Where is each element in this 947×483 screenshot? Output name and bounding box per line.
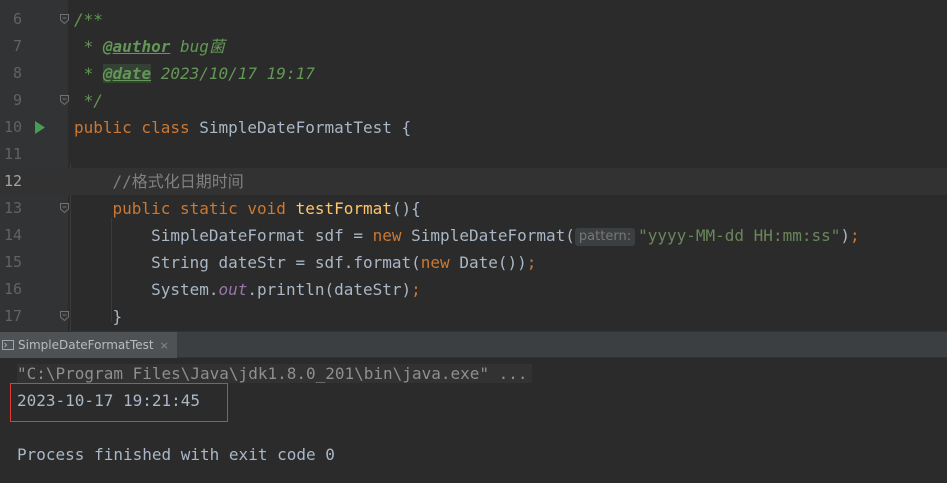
console-exit-line: Process finished with exit code 0 (17, 445, 335, 464)
code-text: * @author bug菌 (74, 33, 225, 60)
code-token: */ (74, 91, 103, 110)
code-token: ; (526, 253, 537, 272)
code-token: SimpleDateFormat sdf = (74, 226, 373, 245)
code-token: .println(dateStr) (247, 280, 412, 299)
code-line[interactable]: 16 System.out.println(dateStr); (0, 276, 947, 303)
code-text: String dateStr = sdf.format(new Date()); (74, 249, 536, 276)
code-token: SimpleDateFormatTest { (199, 118, 412, 137)
line-number: 8 (12, 64, 22, 82)
code-text: //格式化日期时间 (74, 168, 244, 195)
code-token: ) (840, 226, 851, 245)
code-token: * (74, 37, 103, 56)
code-token: SimpleDateFormat( (411, 226, 575, 245)
code-text: SimpleDateFormat sdf = new SimpleDateFor… (74, 222, 860, 249)
code-token: @author (102, 37, 171, 56)
code-text: public static void testFormat(){ (74, 195, 421, 222)
code-token: new (372, 226, 412, 245)
line-number: 11 (3, 145, 22, 163)
code-line[interactable]: 9 */ (0, 87, 947, 114)
ide-window: 6/** 7 * @author bug菌 8 * @date 2023/10/17… (0, 0, 947, 483)
line-number: 14 (3, 226, 22, 244)
code-line[interactable]: 8 * @date 2023/10/17 19:17 (0, 60, 947, 87)
line-number: 13 (3, 199, 22, 217)
code-token: ; (850, 226, 860, 245)
fold-icon[interactable] (60, 14, 69, 24)
code-token: 2023/10/17 19:17 (151, 64, 315, 83)
code-text: */ (74, 87, 103, 114)
code-token: public class (74, 118, 200, 137)
parameter-hint: pattern: (574, 228, 636, 246)
code-line[interactable]: 17 } (0, 303, 947, 330)
line-number: 17 (3, 307, 22, 325)
fold-icon[interactable] (60, 203, 69, 213)
code-text: /** (74, 6, 103, 33)
fold-icon[interactable] (60, 311, 69, 321)
code-token: Date()) (459, 253, 527, 272)
code-editor[interactable]: 6/** 7 * @author bug菌 8 * @date 2023/10/17… (0, 0, 947, 331)
fold-icon[interactable] (60, 95, 69, 105)
line-number: 16 (3, 280, 22, 298)
code-token: bug菌 (170, 37, 225, 56)
run-gutter-icon[interactable] (34, 121, 46, 134)
console-icon (2, 340, 14, 350)
output-highlight-box (10, 383, 228, 422)
code-token: * (74, 64, 103, 83)
code-text: System.out.println(dateStr); (74, 276, 421, 303)
line-number: 7 (12, 37, 22, 55)
code-text: * @date 2023/10/17 19:17 (74, 60, 315, 87)
code-line[interactable]: 14 SimpleDateFormat sdf = new SimpleDate… (0, 222, 947, 249)
code-line[interactable]: 15 String dateStr = sdf.format(new Date(… (0, 249, 947, 276)
code-line[interactable]: 11 (0, 141, 947, 168)
code-token: String dateStr = sdf.format( (74, 253, 421, 272)
tab-run-config[interactable]: SimpleDateFormatTest × (0, 332, 177, 358)
code-token: @date (102, 64, 152, 83)
code-line[interactable]: 13 public static void testFormat(){ (0, 195, 947, 222)
code-token: /** (74, 10, 103, 29)
code-token: out (218, 280, 248, 299)
code-line[interactable]: 12 //格式化日期时间 (0, 168, 947, 195)
code-token: ; (411, 280, 421, 299)
code-line[interactable]: 7 * @author bug菌 (0, 33, 947, 60)
line-number: 9 (12, 91, 22, 109)
close-icon[interactable]: × (160, 339, 169, 352)
code-token: (){ (391, 199, 421, 218)
tab-label: SimpleDateFormatTest (18, 338, 154, 352)
code-token: //格式化日期时间 (112, 172, 244, 191)
code-line[interactable]: 10 public class SimpleDateFormatTest { (0, 114, 947, 141)
code-token: public static void (112, 199, 296, 218)
code-token: } (74, 307, 123, 326)
code-line[interactable]: 6 /** (0, 6, 947, 33)
code-text: public class SimpleDateFormatTest { (74, 114, 411, 141)
line-number: 15 (3, 253, 22, 271)
code-token: System. (74, 280, 219, 299)
code-text: } (74, 303, 123, 330)
line-number: 10 (3, 118, 22, 136)
run-console[interactable]: "C:\Program Files\Java\jdk1.8.0_201\bin\… (0, 358, 947, 483)
code-token: "yyyy-MM-dd HH:mm:ss" (638, 226, 841, 245)
line-number: 6 (12, 10, 22, 28)
code-token: testFormat (295, 199, 392, 218)
code-token: new (420, 253, 460, 272)
line-number: 12 (3, 172, 22, 190)
run-tool-window-header: SimpleDateFormatTest × (0, 331, 947, 358)
